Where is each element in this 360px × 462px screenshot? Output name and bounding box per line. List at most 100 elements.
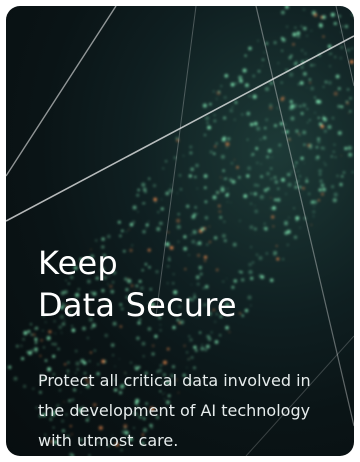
data-particle <box>278 197 280 200</box>
data-particle <box>35 326 39 330</box>
data-particle <box>320 192 325 196</box>
data-particle <box>216 98 218 100</box>
data-particle <box>101 237 105 241</box>
data-particle <box>246 111 251 116</box>
data-particle <box>346 101 349 105</box>
data-particle <box>277 62 280 64</box>
card-title-line-1: Keep <box>38 244 118 282</box>
data-particle <box>287 182 292 187</box>
data-particle <box>339 57 342 59</box>
data-particle <box>249 225 254 230</box>
data-particle <box>309 143 312 146</box>
card-text-block: Keep Data Secure Protect all critical da… <box>38 242 338 450</box>
data-particle <box>32 333 36 337</box>
data-particle <box>270 177 273 180</box>
data-particle <box>207 337 212 341</box>
data-particle <box>64 363 67 366</box>
data-particle <box>194 349 198 352</box>
data-particle <box>223 177 226 180</box>
data-particle <box>225 142 230 147</box>
data-particle <box>313 13 318 17</box>
data-particle <box>194 206 197 209</box>
data-particle <box>148 177 151 180</box>
data-particle <box>265 226 268 229</box>
data-particle <box>294 26 297 29</box>
data-particle <box>337 87 341 91</box>
data-particle <box>347 112 350 114</box>
data-particle <box>161 198 163 200</box>
data-particle <box>344 24 349 29</box>
data-particle <box>196 212 199 215</box>
data-particle <box>348 152 353 157</box>
data-particle <box>129 222 134 227</box>
data-particle <box>288 174 291 176</box>
card-description-line-3: with utmost care. <box>38 431 179 450</box>
data-particle <box>308 78 311 81</box>
light-streak-5 <box>335 6 354 87</box>
data-particle <box>300 65 304 69</box>
data-particle <box>183 344 186 347</box>
data-particle <box>94 349 96 352</box>
data-particle <box>183 235 187 239</box>
data-particle <box>219 176 222 179</box>
data-particle <box>227 137 231 141</box>
data-particle <box>238 75 243 80</box>
data-particle <box>253 192 258 196</box>
data-particle <box>203 174 208 178</box>
data-particle <box>128 228 130 231</box>
data-particle <box>331 185 335 189</box>
data-particle <box>293 235 298 239</box>
data-particle <box>333 91 338 96</box>
data-particle <box>252 74 255 78</box>
data-particle <box>125 231 128 233</box>
data-particle <box>88 360 91 362</box>
data-particle <box>290 116 295 121</box>
data-particle <box>219 334 222 337</box>
data-particle <box>299 227 301 229</box>
data-particle <box>323 162 325 164</box>
data-particle <box>272 206 276 211</box>
data-particle <box>322 15 326 19</box>
data-particle <box>228 331 231 334</box>
data-particle <box>142 202 144 205</box>
data-particle <box>303 72 307 76</box>
data-particle <box>57 347 60 351</box>
data-particle <box>317 137 321 141</box>
data-particle <box>269 103 273 107</box>
data-particle <box>303 143 306 146</box>
data-particle <box>201 343 204 346</box>
data-particle <box>189 338 193 342</box>
data-particle <box>302 103 307 108</box>
data-particle <box>255 147 259 150</box>
data-particle <box>193 213 197 217</box>
data-particle <box>337 131 342 135</box>
data-particle <box>334 156 337 158</box>
data-particle <box>299 175 301 177</box>
data-particle <box>194 175 197 179</box>
data-particle <box>226 201 229 203</box>
data-particle <box>234 119 236 121</box>
data-particle <box>333 143 336 146</box>
data-particle <box>297 170 299 172</box>
data-particle <box>349 110 352 113</box>
data-particle <box>290 171 292 173</box>
data-particle <box>21 357 25 361</box>
data-particle <box>274 198 277 202</box>
data-particle <box>322 116 326 120</box>
data-particle <box>281 10 285 15</box>
data-particle <box>245 83 249 88</box>
data-particle <box>223 96 227 99</box>
data-particle <box>315 146 319 149</box>
data-particle <box>331 116 335 120</box>
data-particle <box>71 328 76 333</box>
data-particle <box>300 25 303 28</box>
data-particle <box>130 361 132 364</box>
data-particle <box>172 325 176 330</box>
data-particle <box>306 35 308 37</box>
data-particle <box>266 187 270 191</box>
data-particle <box>112 354 115 357</box>
data-particle <box>223 116 227 120</box>
data-particle <box>157 211 159 213</box>
data-particle <box>270 207 272 210</box>
data-particle <box>176 192 178 194</box>
